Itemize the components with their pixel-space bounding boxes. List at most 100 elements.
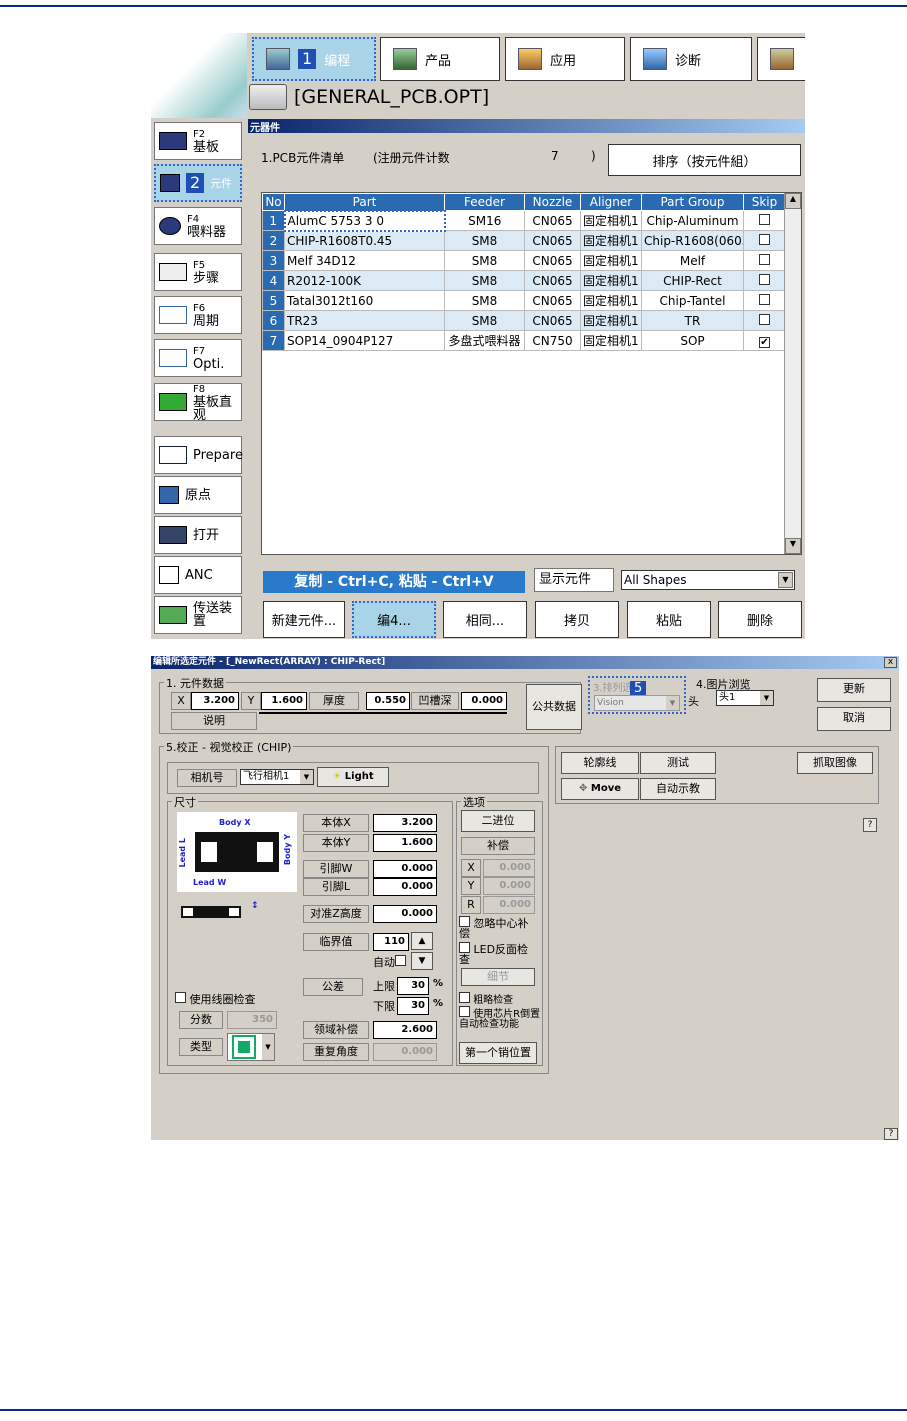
coil-check[interactable] (175, 992, 186, 1003)
column-header[interactable]: No (262, 193, 285, 211)
table-row[interactable]: 2 CHIP-R1608T0.45 SM8 CN065 固定相机1 Chip-R1608(… (262, 230, 786, 251)
rough-check-checkbox[interactable]: 粗略检查 (459, 992, 543, 1006)
cell-feeder[interactable]: SM8 (444, 310, 525, 331)
led-back-checkbox[interactable]: LED反面检查 (459, 942, 539, 965)
row-number[interactable]: 5 (262, 290, 285, 311)
comp-y-input[interactable]: 0.000 (483, 877, 535, 895)
cell-part[interactable]: Tatal3012t160 (284, 290, 445, 311)
side-part[interactable]: 2 元件 (154, 164, 242, 202)
cell-feeder[interactable]: SM8 (444, 270, 525, 291)
column-header[interactable]: Part Group (641, 193, 744, 211)
test-button[interactable]: 测试 (640, 752, 716, 774)
rough-check[interactable] (459, 992, 470, 1003)
cell-group[interactable]: TR (641, 310, 744, 331)
tab-programming[interactable]: 1 编程 (252, 37, 376, 81)
common-data-button[interactable]: 公共数据 (526, 684, 582, 730)
column-header[interactable]: Part (284, 193, 445, 211)
shape-filter-select[interactable]: All Shapes ▼ (621, 570, 795, 590)
scroll-up-arrow[interactable]: ▲ (785, 193, 801, 209)
cell-part[interactable]: R2012-100K (284, 270, 445, 291)
z-height-input[interactable]: 0.000 (373, 905, 437, 923)
tab-product[interactable]: 产品 (380, 37, 500, 81)
auto-checkbox[interactable]: 自动 (373, 954, 406, 970)
skip-checkbox[interactable] (759, 293, 770, 305)
cell-feeder[interactable]: SM8 (444, 290, 525, 311)
lead-w-input[interactable]: 0.000 (373, 860, 437, 878)
side-step[interactable]: F5 步骤 (154, 253, 242, 291)
detail-button[interactable]: 细节 (461, 968, 535, 986)
cell-group[interactable]: CHIP-Rect (641, 270, 744, 291)
cell-nozzle[interactable]: CN065 (524, 310, 581, 331)
cell-feeder[interactable]: SM16 (444, 210, 525, 231)
cell-nozzle[interactable]: CN065 (524, 290, 581, 311)
threshold-up-button[interactable]: ▲ (411, 932, 433, 950)
cell-part[interactable]: AlumC 5753 3 0 (283, 209, 446, 232)
repeat-angle-input[interactable]: 0.000 (373, 1043, 437, 1061)
binary-button[interactable]: 二进位 (461, 810, 535, 832)
lead-l-input[interactable]: 0.000 (373, 878, 437, 896)
skip-checkbox[interactable] (759, 273, 770, 285)
y-input[interactable]: 1.600 (261, 692, 307, 710)
auto-check[interactable] (395, 955, 406, 966)
cell-feeder[interactable]: SM8 (444, 250, 525, 271)
side-prepare[interactable]: Prepare (154, 436, 243, 474)
update-button[interactable]: 更新 (817, 678, 891, 702)
cell-nozzle[interactable]: CN065 (524, 250, 581, 271)
skip-checkbox[interactable]: ✔ (759, 336, 770, 348)
cell-aligner[interactable]: 固定相机1 (580, 230, 642, 251)
chevron-down-icon[interactable]: ▼ (300, 770, 313, 784)
table-row[interactable]: 4 R2012-100K SM8 CN065 固定相机1 CHIP-Rect (262, 270, 786, 291)
side-cycle[interactable]: F6 周期 (154, 296, 242, 334)
cell-skip[interactable] (743, 210, 786, 231)
cell-group[interactable]: Chip-Tantel (641, 290, 744, 311)
body-y-input[interactable]: 1.600 (373, 834, 437, 852)
column-header[interactable]: Nozzle (524, 193, 581, 211)
cell-nozzle[interactable]: CN750 (524, 330, 581, 351)
x-input[interactable]: 3.200 (191, 692, 239, 710)
help-icon[interactable]: ? (863, 818, 877, 832)
table-row[interactable]: 6 TR23 SM8 CN065 固定相机1 TR (262, 310, 786, 331)
table-row[interactable]: 1 AlumC 5753 3 0 SM16 CN065 固定相机1 Chip-Alumin… (262, 209, 786, 232)
cell-skip[interactable] (743, 290, 786, 311)
side-origin[interactable]: 原点 (154, 476, 242, 514)
cell-part[interactable]: TR23 (284, 310, 445, 331)
side-anc[interactable]: ANC (154, 556, 242, 594)
chevron-down-icon[interactable]: ▼ (778, 572, 793, 588)
type-select[interactable]: ▼ (227, 1033, 275, 1061)
side-feeder[interactable]: F4 喂料器 (154, 207, 242, 245)
same-button[interactable]: 相同... (443, 601, 527, 638)
grab-image-button[interactable]: 抓取图像 (797, 752, 873, 774)
row-number[interactable]: 3 (262, 250, 285, 271)
auto-rev-checkbox[interactable]: 使用芯片R倒置自动检查功能 (459, 1006, 543, 1030)
row-number[interactable]: 1 (262, 210, 285, 231)
delete-button[interactable]: 删除 (718, 601, 802, 638)
auto-teach-button[interactable]: 自动示教 (640, 778, 716, 800)
cell-group[interactable]: Chip-Aluminum (641, 210, 744, 231)
cell-skip[interactable] (743, 310, 786, 331)
side-board[interactable]: F2 基板 (154, 122, 242, 160)
skip-checkbox[interactable] (759, 253, 770, 265)
description-input[interactable] (259, 712, 507, 714)
cell-aligner[interactable]: 固定相机1 (580, 270, 642, 291)
side-opti[interactable]: F7 Opti. (154, 339, 242, 377)
body-x-input[interactable]: 3.200 (373, 814, 437, 832)
led-back-check[interactable] (459, 942, 470, 953)
help-icon-bottom[interactable]: ? (884, 1128, 898, 1140)
sort-button[interactable]: 排序（按元件組） (608, 144, 801, 176)
outline-button[interactable]: 轮廓线 (561, 752, 639, 774)
threshold-input[interactable]: 110 (373, 933, 409, 951)
skip-checkbox[interactable] (759, 233, 770, 245)
row-number[interactable]: 2 (262, 230, 285, 251)
upper-input[interactable]: 30 (397, 977, 429, 995)
cell-part[interactable]: Melf 34D12 (284, 250, 445, 271)
cell-skip[interactable] (743, 230, 786, 251)
tab-more[interactable] (757, 37, 805, 81)
tab-application[interactable]: 应用 (505, 37, 625, 81)
cell-group[interactable]: SOP (641, 330, 744, 351)
cell-aligner[interactable]: 固定相机1 (580, 250, 642, 271)
paste-button[interactable]: 粘贴 (627, 601, 711, 638)
cell-feeder[interactable]: 多盘式喂料器 (444, 330, 525, 351)
head-select[interactable]: 头1 ▼ (716, 690, 774, 706)
column-header[interactable]: Feeder (444, 193, 525, 211)
table-row[interactable]: 5 Tatal3012t160 SM8 CN065 固定相机1 Chip-Tantel (262, 290, 786, 311)
